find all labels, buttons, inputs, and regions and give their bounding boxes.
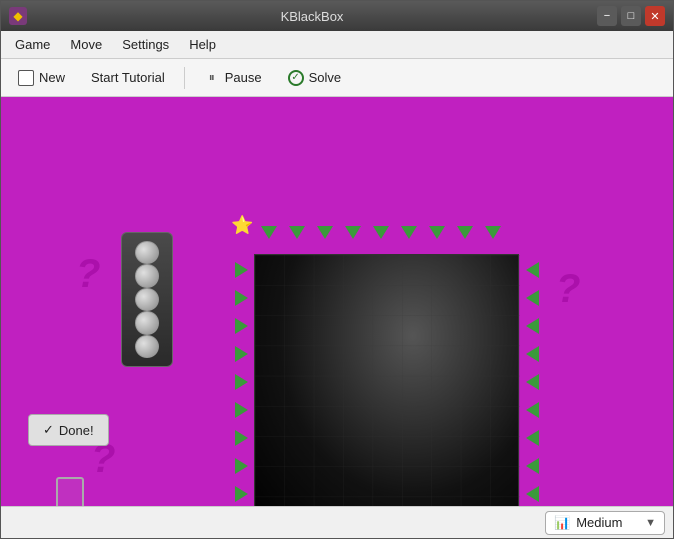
top-arrow-7[interactable] bbox=[429, 226, 445, 239]
window-controls: − □ ✕ bbox=[597, 6, 665, 26]
top-arrows bbox=[256, 224, 506, 241]
tutorial-button[interactable]: Start Tutorial bbox=[80, 65, 176, 90]
menu-bar: Game Move Settings Help bbox=[1, 31, 673, 59]
hint-star: ⭐ bbox=[231, 215, 253, 236]
top-arrow-4[interactable] bbox=[345, 226, 361, 239]
toolbar-separator bbox=[184, 67, 185, 89]
menu-settings[interactable]: Settings bbox=[112, 33, 179, 56]
atom-3[interactable] bbox=[135, 288, 159, 311]
difficulty-icon: 📊 bbox=[554, 515, 570, 531]
top-arrow-2[interactable] bbox=[289, 226, 305, 239]
maximize-button[interactable]: □ bbox=[621, 6, 641, 26]
left-arrow-2[interactable] bbox=[235, 290, 248, 306]
right-arrow-5[interactable] bbox=[526, 374, 539, 390]
window-title: KBlackBox bbox=[33, 9, 591, 24]
atom-4[interactable] bbox=[135, 311, 159, 334]
game-area: ? ? ? ? ⭐ bbox=[1, 97, 673, 506]
left-arrow-7[interactable] bbox=[235, 430, 248, 446]
solve-icon: ✓ bbox=[288, 70, 304, 86]
right-arrow-3[interactable] bbox=[526, 318, 539, 334]
top-arrow-3[interactable] bbox=[317, 226, 333, 239]
atom-1[interactable] bbox=[135, 241, 159, 264]
done-button[interactable]: ✓ Done! bbox=[28, 414, 109, 446]
atom-panel bbox=[121, 232, 173, 367]
left-arrow-5[interactable] bbox=[235, 374, 248, 390]
difficulty-selector[interactable]: 📊 Medium ▼ bbox=[545, 511, 665, 535]
solve-button[interactable]: ✓ Solve bbox=[277, 65, 353, 91]
left-arrow-6[interactable] bbox=[235, 402, 248, 418]
left-arrow-1[interactable] bbox=[235, 262, 248, 278]
new-button[interactable]: New bbox=[7, 65, 76, 91]
atom-2[interactable] bbox=[135, 264, 159, 287]
right-arrow-9[interactable] bbox=[526, 486, 539, 502]
right-arrows bbox=[524, 257, 541, 506]
title-bar: ◆ KBlackBox − □ ✕ bbox=[1, 1, 673, 31]
top-arrow-8[interactable] bbox=[457, 226, 473, 239]
right-arrow-4[interactable] bbox=[526, 346, 539, 362]
minimize-button[interactable]: − bbox=[597, 6, 617, 26]
top-arrow-1[interactable] bbox=[261, 226, 277, 239]
done-check-icon: ✓ bbox=[43, 422, 54, 438]
main-window: ◆ KBlackBox − □ ✕ Game Move Settings Hel… bbox=[0, 0, 674, 539]
board-atom-placeholder bbox=[56, 477, 84, 506]
top-arrow-9[interactable] bbox=[485, 226, 501, 239]
right-arrow-8[interactable] bbox=[526, 458, 539, 474]
left-arrows bbox=[233, 257, 250, 506]
q-mark-3: ? bbox=[556, 267, 580, 312]
atom-5[interactable] bbox=[135, 335, 159, 358]
left-arrow-3[interactable] bbox=[235, 318, 248, 334]
black-box[interactable] bbox=[254, 254, 519, 506]
top-arrow-5[interactable] bbox=[373, 226, 389, 239]
right-arrow-1[interactable] bbox=[526, 262, 539, 278]
q-mark-1: ? bbox=[76, 252, 100, 297]
left-arrow-8[interactable] bbox=[235, 458, 248, 474]
new-icon bbox=[18, 70, 34, 86]
dropdown-arrow-icon: ▼ bbox=[645, 517, 656, 529]
left-arrow-4[interactable] bbox=[235, 346, 248, 362]
top-arrow-6[interactable] bbox=[401, 226, 417, 239]
menu-help[interactable]: Help bbox=[179, 33, 226, 56]
toolbar: New Start Tutorial ⏸ Pause ✓ Solve bbox=[1, 59, 673, 97]
right-arrow-2[interactable] bbox=[526, 290, 539, 306]
menu-move[interactable]: Move bbox=[60, 33, 112, 56]
grid-overlay bbox=[255, 255, 520, 506]
app-icon: ◆ bbox=[9, 7, 27, 25]
pause-icon: ⏸ bbox=[204, 70, 220, 86]
close-button[interactable]: ✕ bbox=[645, 6, 665, 26]
difficulty-label: Medium bbox=[576, 515, 622, 530]
status-bar: 📊 Medium ▼ bbox=[1, 506, 673, 538]
right-arrow-7[interactable] bbox=[526, 430, 539, 446]
pause-button[interactable]: ⏸ Pause bbox=[193, 65, 273, 91]
menu-game[interactable]: Game bbox=[5, 33, 60, 56]
right-arrow-6[interactable] bbox=[526, 402, 539, 418]
left-arrow-9[interactable] bbox=[235, 486, 248, 502]
